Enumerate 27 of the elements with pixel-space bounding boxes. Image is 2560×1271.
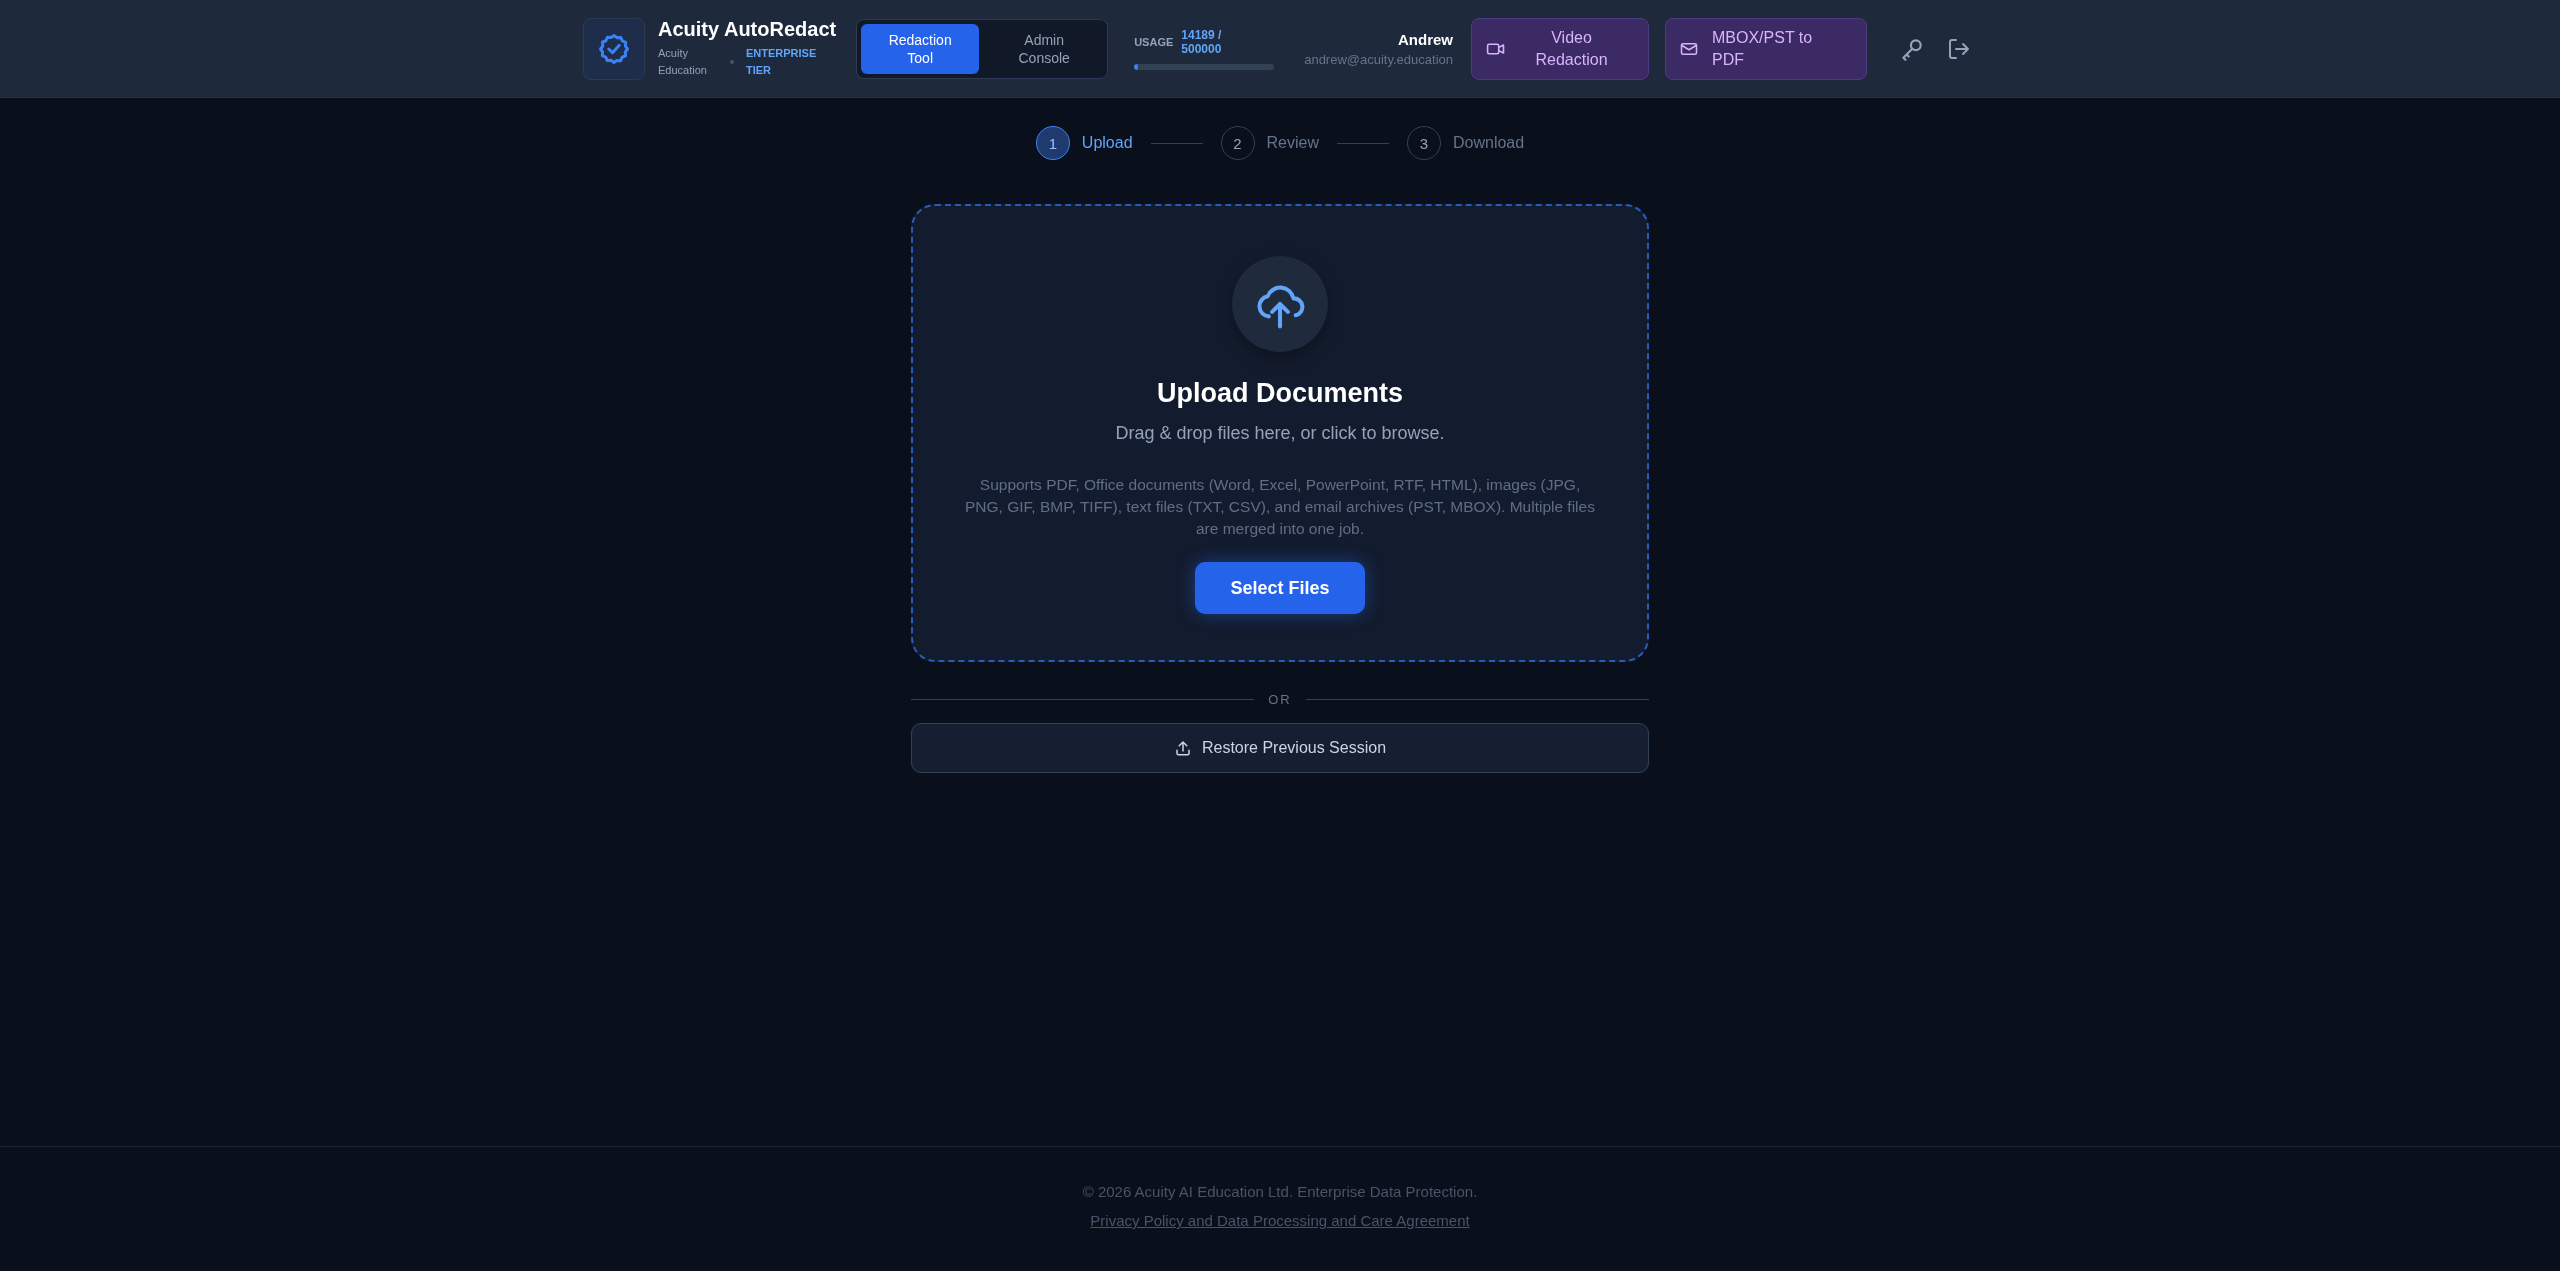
upload-icon (1173, 739, 1192, 757)
tool-button[interactable]: Video Redaction (1471, 17, 1649, 80)
step-label: Upload (1081, 134, 1133, 152)
separator-dot (730, 60, 734, 64)
logo-icon (583, 17, 645, 80)
user-name: Andrew (1397, 30, 1453, 48)
divider-label: OR (1268, 692, 1292, 707)
organization-name: Acuity Education (658, 46, 708, 78)
upload-instructions: Drag & drop files here, or click to browse. (1115, 423, 1445, 444)
user-email: andrew@acuity.education (1304, 51, 1453, 67)
restore-session-button[interactable]: Restore Previous Session (911, 723, 1649, 773)
tier-label: ENTERPRISE TIER (746, 46, 818, 78)
step-label: Download (1453, 134, 1525, 152)
select-files-button[interactable]: Select Files (1195, 562, 1365, 614)
step-number: 1 (1035, 126, 1070, 160)
upload-dropzone[interactable] (911, 204, 1649, 662)
tool-button[interactable]: MBOX/PST to PDF (1665, 17, 1867, 80)
copyright-text: © 2026 Acuity AI Education Ltd. Enterprise Data Protection. (1082, 1183, 1478, 1200)
usage-reading: 14189 / 500000 (1181, 27, 1223, 56)
upload-title: Upload Documents (1157, 378, 1403, 409)
nav-tab[interactable]: Redaction Tool (861, 23, 980, 74)
nav-tab[interactable]: Admin Console (985, 23, 1104, 74)
app-title: Acuity AutoRedact (658, 18, 837, 41)
step-label: Review (1266, 134, 1319, 152)
supported-formats-text: Supports PDF, Office documents (Word, Excel, PowerPoint, RTF, HTML), images (JPG, PNG, GIF, BMP, TIFF), text files (TXT, CSV), and email archives (PST, MBOX). Multiple files are merged into one job. (964, 475, 1596, 539)
step-number: 3 (1407, 126, 1441, 160)
usage-label: USAGE (1134, 35, 1174, 48)
